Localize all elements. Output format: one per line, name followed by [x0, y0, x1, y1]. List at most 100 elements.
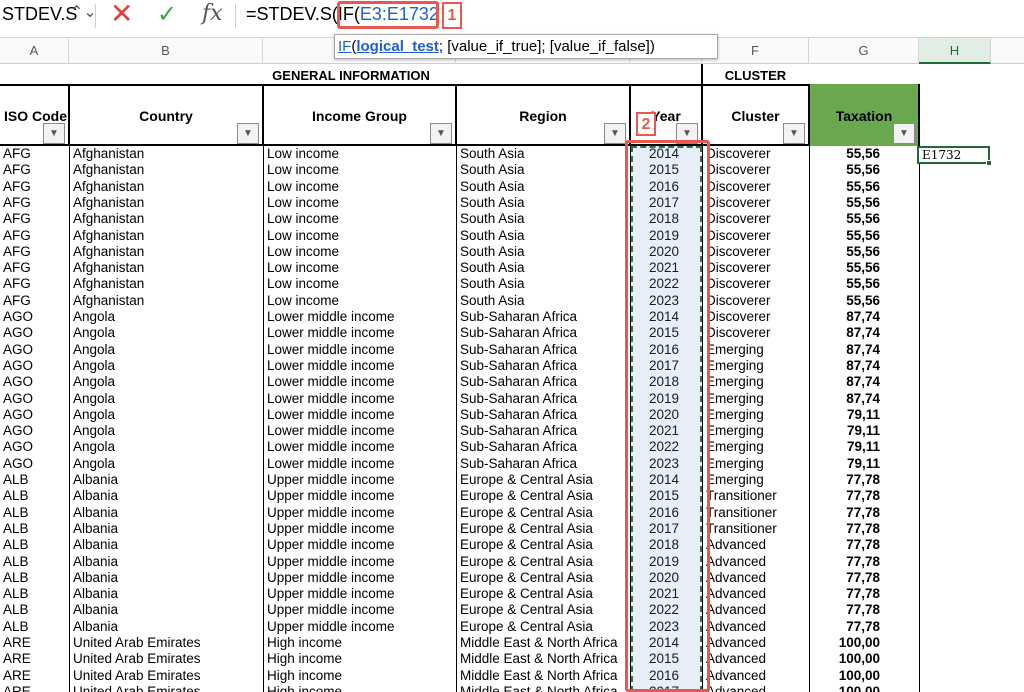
cell-iso-code[interactable]: ALB — [0, 505, 68, 521]
cell-cluster[interactable]: Emerging — [703, 391, 808, 407]
cell-cluster[interactable]: Discoverer — [703, 146, 808, 162]
cell-region[interactable]: Sub-Saharan Africa — [457, 358, 629, 374]
cell-country[interactable]: Angola — [70, 423, 262, 439]
cell-income-group[interactable]: Upper middle income — [264, 521, 455, 537]
cell-cluster[interactable]: Transitioner — [703, 521, 808, 537]
cell-region[interactable]: South Asia — [457, 179, 629, 195]
cell-country[interactable]: Albania — [70, 570, 262, 586]
cell-iso-code[interactable]: AFG — [0, 162, 68, 178]
cell-iso-code[interactable]: ALB — [0, 570, 68, 586]
cell-income-group[interactable]: High income — [264, 668, 455, 684]
cell-region[interactable]: South Asia — [457, 228, 629, 244]
cell-income-group[interactable]: Lower middle income — [264, 391, 455, 407]
cell-income-group[interactable]: Upper middle income — [264, 488, 455, 504]
cell-cluster[interactable]: Advanced — [703, 586, 808, 602]
cell-country[interactable]: Afghanistan — [70, 293, 262, 309]
active-cell-h2[interactable]: E1732 — [917, 146, 990, 164]
cell-cluster[interactable]: Discoverer — [703, 195, 808, 211]
filter-dropdown-icon[interactable]: ▼ — [43, 123, 65, 144]
cell-cluster[interactable]: Emerging — [703, 456, 808, 472]
cell-taxation[interactable]: 87,74 — [810, 342, 918, 358]
cell-iso-code[interactable]: AGO — [0, 325, 68, 341]
cell-country[interactable]: Afghanistan — [70, 179, 262, 195]
cell-country[interactable]: Afghanistan — [70, 260, 262, 276]
cell-iso-code[interactable]: AGO — [0, 391, 68, 407]
cell-country[interactable]: Albania — [70, 619, 262, 635]
cell-country[interactable]: Afghanistan — [70, 195, 262, 211]
cell-taxation[interactable]: 77,78 — [810, 488, 918, 504]
cell-taxation[interactable]: 55,56 — [810, 228, 918, 244]
header-taxation[interactable]: Taxation ▼ — [810, 84, 920, 146]
cell-region[interactable]: Europe & Central Asia — [457, 554, 629, 570]
header-iso-code[interactable]: ISO Code ▼ — [0, 84, 70, 146]
cell-cluster[interactable]: Emerging — [703, 439, 808, 455]
cell-income-group[interactable]: Low income — [264, 211, 455, 227]
cell-iso-code[interactable]: ALB — [0, 619, 68, 635]
cell-cluster[interactable]: Advanced — [703, 602, 808, 618]
cell-taxation[interactable]: 55,56 — [810, 195, 918, 211]
cell-income-group[interactable]: Upper middle income — [264, 472, 455, 488]
cell-income-group[interactable]: Low income — [264, 162, 455, 178]
cell-country[interactable]: Afghanistan — [70, 211, 262, 227]
cell-cluster[interactable]: Transitioner — [703, 505, 808, 521]
cell-taxation[interactable]: 79,11 — [810, 439, 918, 455]
cell-iso-code[interactable]: ALB — [0, 537, 68, 553]
cell-cluster[interactable]: Emerging — [703, 358, 808, 374]
cell-iso-code[interactable]: ALB — [0, 472, 68, 488]
cell-cluster[interactable]: Advanced — [703, 537, 808, 553]
filter-dropdown-icon[interactable]: ▼ — [430, 123, 452, 144]
cell-region[interactable]: South Asia — [457, 162, 629, 178]
cell-iso-code[interactable]: AFG — [0, 146, 68, 162]
cell-region[interactable]: South Asia — [457, 244, 629, 260]
cell-taxation[interactable]: 87,74 — [810, 391, 918, 407]
cell-region[interactable]: Sub-Saharan Africa — [457, 309, 629, 325]
cell-taxation[interactable]: 77,78 — [810, 554, 918, 570]
cell-taxation[interactable]: 100,00 — [810, 635, 918, 651]
filter-dropdown-icon[interactable]: ▼ — [237, 123, 259, 144]
cell-country[interactable]: Albania — [70, 602, 262, 618]
cell-country[interactable]: United Arab Emirates — [70, 635, 262, 651]
cell-country[interactable]: Afghanistan — [70, 276, 262, 292]
cell-income-group[interactable]: Upper middle income — [264, 505, 455, 521]
cell-income-group[interactable]: Lower middle income — [264, 309, 455, 325]
cell-region[interactable]: Sub-Saharan Africa — [457, 325, 629, 341]
cell-country[interactable]: Afghanistan — [70, 228, 262, 244]
cell-cluster[interactable]: Discoverer — [703, 260, 808, 276]
cell-cluster[interactable]: Advanced — [703, 684, 808, 692]
cell-region[interactable]: South Asia — [457, 276, 629, 292]
cell-income-group[interactable]: Upper middle income — [264, 570, 455, 586]
cell-income-group[interactable]: Low income — [264, 260, 455, 276]
cell-region[interactable]: Sub-Saharan Africa — [457, 391, 629, 407]
tooltip-function-link[interactable]: IF — [338, 38, 351, 55]
column-header-f[interactable]: F — [702, 38, 809, 64]
cell-iso-code[interactable]: ALB — [0, 488, 68, 504]
cell-region[interactable]: Europe & Central Asia — [457, 488, 629, 504]
cell-region[interactable]: Europe & Central Asia — [457, 537, 629, 553]
cell-country[interactable]: Angola — [70, 391, 262, 407]
cell-iso-code[interactable]: ALB — [0, 586, 68, 602]
cell-income-group[interactable]: Lower middle income — [264, 325, 455, 341]
cell-region[interactable]: South Asia — [457, 146, 629, 162]
cell-taxation[interactable]: 79,11 — [810, 423, 918, 439]
column-header-h[interactable]: H — [919, 38, 991, 64]
cell-iso-code[interactable]: AGO — [0, 423, 68, 439]
cell-region[interactable]: Europe & Central Asia — [457, 521, 629, 537]
cancel-icon[interactable]: ✕ — [110, 0, 133, 28]
cell-taxation[interactable]: 77,78 — [810, 602, 918, 618]
cell-cluster[interactable]: Discoverer — [703, 293, 808, 309]
cell-cluster[interactable]: Advanced — [703, 668, 808, 684]
cell-cluster[interactable]: Discoverer — [703, 325, 808, 341]
data-grid[interactable]: AFG Afghanistan Low income South Asia 2014 Di… — [0, 146, 1024, 692]
cell-iso-code[interactable]: ARE — [0, 684, 68, 692]
cell-income-group[interactable]: Lower middle income — [264, 407, 455, 423]
cell-country[interactable]: Angola — [70, 325, 262, 341]
cell-cluster[interactable]: Discoverer — [703, 244, 808, 260]
cell-region[interactable]: Europe & Central Asia — [457, 619, 629, 635]
cell-iso-code[interactable]: ARE — [0, 651, 68, 667]
column-header-b[interactable]: B — [69, 38, 263, 64]
cell-country[interactable]: Angola — [70, 358, 262, 374]
fill-handle[interactable] — [986, 160, 992, 166]
cell-income-group[interactable]: High income — [264, 651, 455, 667]
cell-taxation[interactable]: 77,78 — [810, 505, 918, 521]
cell-cluster[interactable]: Discoverer — [703, 309, 808, 325]
